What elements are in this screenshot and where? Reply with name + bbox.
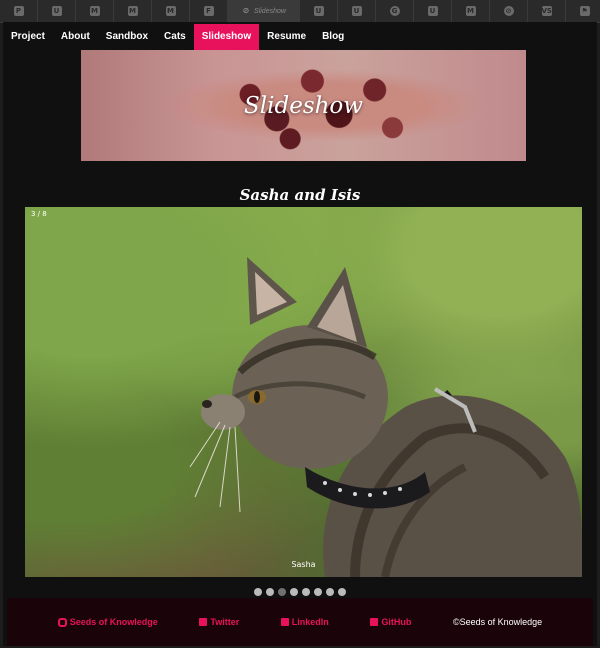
slide-caption: Sasha: [291, 560, 316, 569]
shield-icon: U: [51, 6, 62, 16]
cat-photo: [189, 257, 582, 577]
shield-icon: U: [427, 6, 438, 16]
slide-counter: 3 / 8: [31, 210, 47, 218]
medium-icon: M: [127, 6, 138, 16]
medium-icon: M: [89, 6, 100, 16]
nav-resume[interactable]: Resume: [259, 24, 314, 50]
github-icon: G: [389, 6, 400, 16]
nav-project[interactable]: Project: [3, 24, 53, 50]
main-nav: Project About Sandbox Cats Slideshow Res…: [3, 24, 352, 50]
vs-icon: VS: [541, 6, 552, 16]
browser-tab[interactable]: U: [338, 0, 376, 22]
link-icon: [57, 617, 67, 627]
browser-tab[interactable]: ⚑: [566, 0, 600, 22]
browser-tab-active[interactable]: ⊘ Slideshow: [228, 0, 300, 22]
footer-link-label: GitHub: [381, 617, 412, 627]
slide-dot[interactable]: [326, 588, 334, 596]
footer-link-label: LinkedIn: [291, 617, 329, 627]
slide-dot[interactable]: [290, 588, 298, 596]
footer-link-label: Twitter: [210, 617, 240, 627]
pocket-icon: P: [13, 6, 24, 16]
footer-link-label: Seeds of Knowledge: [69, 617, 158, 627]
shield-icon: U: [313, 6, 324, 16]
page: Project About Sandbox Cats Slideshow Res…: [3, 22, 597, 646]
browser-tab[interactable]: U: [300, 0, 338, 22]
shield-icon: U: [351, 6, 362, 16]
browser-tab[interactable]: G: [376, 0, 414, 22]
footer-link-github[interactable]: GitHub: [370, 617, 411, 627]
nav-sandbox[interactable]: Sandbox: [98, 24, 156, 50]
flag-icon: ⚑: [579, 6, 590, 16]
slide-dot[interactable]: [314, 588, 322, 596]
browser-tab[interactable]: P: [0, 0, 38, 22]
footer-link-seeds[interactable]: Seeds of Knowledge: [57, 617, 158, 627]
nav-about[interactable]: About: [53, 24, 98, 50]
browser-tab[interactable]: VS: [528, 0, 566, 22]
browser-tab[interactable]: M: [114, 0, 152, 22]
compass-icon: ⊘: [503, 6, 514, 16]
medium-icon: M: [165, 6, 176, 16]
file-icon: F: [203, 6, 214, 16]
slide-dot-active[interactable]: [278, 588, 286, 596]
slide-dot[interactable]: [266, 588, 274, 596]
slide-dot[interactable]: [302, 588, 310, 596]
slide-image[interactable]: 3 / 8 Sasha: [25, 207, 582, 577]
browser-tab[interactable]: M: [452, 0, 490, 22]
browser-tab-strip: P U M M M F ⊘ Slideshow U U G U M ⊘ VS ⚑: [0, 0, 600, 23]
browser-tab[interactable]: M: [152, 0, 190, 22]
linkedin-icon: [280, 618, 289, 626]
banner-title: Slideshow: [244, 92, 363, 119]
github-icon: [370, 618, 379, 626]
medium-icon: M: [465, 6, 476, 16]
tab-label: Slideshow: [254, 7, 286, 15]
browser-tab[interactable]: F: [190, 0, 228, 22]
copyright-text: ©Seeds of Knowledge: [452, 617, 543, 627]
browser-tab[interactable]: M: [76, 0, 114, 22]
twitter-icon: [199, 618, 208, 626]
footer-link-twitter[interactable]: Twitter: [199, 617, 239, 627]
nav-blog[interactable]: Blog: [314, 24, 352, 50]
browser-tab[interactable]: ⊘: [490, 0, 528, 22]
slide-dot[interactable]: [338, 588, 346, 596]
hero-banner: Slideshow: [81, 50, 526, 161]
nav-slideshow[interactable]: Slideshow: [193, 24, 260, 50]
globe-icon: ⊘: [242, 6, 250, 15]
site-footer: Seeds of Knowledge Twitter LinkedIn GitH…: [7, 598, 593, 646]
browser-tab[interactable]: U: [38, 0, 76, 22]
slide-dot[interactable]: [254, 588, 262, 596]
nav-cats[interactable]: Cats: [156, 24, 194, 50]
slideshow-title: Sasha and Isis: [239, 186, 361, 204]
slide-indicators: [3, 588, 597, 598]
footer-link-linkedin[interactable]: LinkedIn: [280, 617, 329, 627]
browser-tab[interactable]: U: [414, 0, 452, 22]
